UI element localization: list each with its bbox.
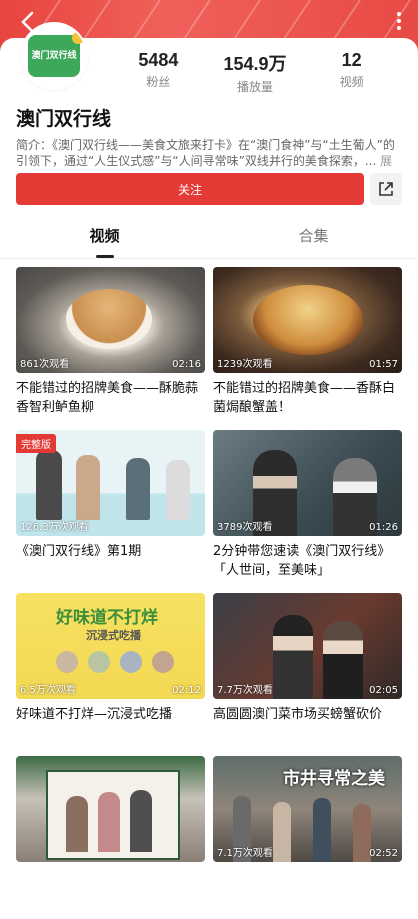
profile-stats: 5484 粉丝 154.9万 播放量 12 视频	[110, 50, 400, 95]
person-figure	[273, 615, 313, 699]
view-count: 7.7万次观看	[217, 685, 273, 696]
view-count: 861次观看	[20, 359, 70, 370]
duration: 02:16	[172, 359, 201, 370]
follow-button[interactable]: 关注	[16, 173, 364, 205]
thumbnail-subcaption: 沉浸式吃播	[86, 629, 141, 642]
video-thumbnail[interactable]: 3789次观看 01:26	[213, 430, 402, 536]
stat-plays: 154.9万 播放量	[207, 50, 304, 95]
video-grid: 861次观看 02:16 不能错过的招牌美食——酥脆蒜香智利鲈鱼柳 1239次观…	[16, 267, 402, 919]
view-count: 6.5万次观看	[20, 685, 76, 696]
video-thumbnail[interactable]: 市井寻常之美 7.1万次观看 02:52	[213, 756, 402, 862]
thumbnail-caption: 好味道不打烊	[56, 608, 158, 628]
duration: 01:26	[369, 522, 398, 533]
person-figure	[273, 802, 291, 862]
stat-value: 154.9万	[223, 54, 287, 74]
video-thumbnail[interactable]	[16, 756, 205, 862]
video-title[interactable]	[16, 868, 205, 906]
person-figure	[76, 455, 100, 520]
video-item[interactable]: 861次观看 02:16 不能错过的招牌美食——酥脆蒜香智利鲈鱼柳	[16, 267, 205, 430]
video-thumbnail[interactable]: 好味道不打烊 沉浸式吃播 6.5万次观看 02:12	[16, 593, 205, 699]
intro-text: 简介：《澳门双行线——美食文旅来打卡》在“澳门食神”与“土生葡人”的引领下，通过…	[16, 138, 395, 168]
view-count: 126.3万次观看	[20, 522, 89, 533]
duration: 02:12	[172, 685, 201, 696]
food-image	[66, 289, 152, 349]
video-title[interactable]: 2分钟带您速读《澳门双行线》「人世间，至美味」	[213, 542, 402, 580]
video-item[interactable]: 好味道不打烊 沉浸式吃播 6.5万次观看 02:12 好味道不打烊—沉浸式吃播	[16, 593, 205, 756]
duration: 02:05	[369, 685, 398, 696]
video-item[interactable]: 市井寻常之美 7.1万次观看 02:52	[213, 756, 402, 919]
view-count: 3789次观看	[217, 522, 273, 533]
crab-image	[253, 285, 363, 355]
video-title[interactable]: 好味道不打烊—沉浸式吃播	[16, 705, 205, 743]
avatar-circle	[152, 651, 174, 673]
video-title[interactable]	[213, 868, 402, 906]
video-thumbnail[interactable]: 完整版 126.3万次观看	[16, 430, 205, 536]
channel-name: 澳门双行线	[16, 108, 112, 130]
stat-label: 视频	[339, 75, 364, 89]
person-figure	[130, 790, 152, 852]
video-title[interactable]: 不能错过的招牌美食——酥脆蒜香智利鲈鱼柳	[16, 379, 205, 417]
video-item[interactable]: 7.7万次观看 02:05 高圆圆澳门菜市场买螃蟹砍价	[213, 593, 402, 756]
full-version-badge: 完整版	[16, 434, 56, 453]
avatar[interactable]: 澳门双行线	[22, 24, 86, 88]
stat-label: 播放量	[237, 80, 274, 94]
person-figure	[313, 798, 331, 862]
profile-card: 澳门双行线 5484 粉丝 154.9万 播放量 12 视频 澳门双行线 简介：…	[0, 24, 418, 862]
more-vertical-icon	[394, 12, 404, 30]
tab-divider	[0, 258, 418, 259]
avatar-circle	[56, 651, 78, 673]
video-title[interactable]: 高圆圆澳门菜市场买螃蟹砍价	[213, 705, 402, 743]
more-button[interactable]	[394, 10, 404, 34]
share-button[interactable]	[370, 173, 402, 205]
video-thumbnail[interactable]: 7.7万次观看 02:05	[213, 593, 402, 699]
video-title[interactable]: 不能错过的招牌美食——香酥白菌焗酿蟹盖！	[213, 379, 402, 417]
video-item[interactable]	[16, 756, 205, 919]
video-item[interactable]: 3789次观看 01:26 2分钟带您速读《澳门双行线》「人世间，至美味」	[213, 430, 402, 593]
avatar-circle	[88, 651, 110, 673]
thumbnail-caption: 市井寻常之美	[283, 769, 385, 789]
person-figure	[66, 796, 88, 852]
stat-value: 5484	[138, 50, 179, 70]
stat-value: 12	[341, 50, 362, 70]
duration: 02:52	[369, 848, 398, 859]
share-icon	[379, 182, 393, 196]
person-figure	[98, 792, 120, 852]
tab-videos[interactable]: 视频	[0, 218, 209, 258]
avatar-logo: 澳门双行线	[28, 32, 84, 77]
person-figure	[126, 458, 150, 520]
video-thumbnail[interactable]: 1239次观看 01:57	[213, 267, 402, 373]
tab-collections[interactable]: 合集	[209, 218, 418, 258]
stat-label: 粉丝	[146, 75, 171, 89]
channel-intro[interactable]: 简介：《澳门双行线——美食文旅来打卡》在“澳门食神”与“土生葡人”的引领下，通过…	[16, 137, 402, 169]
video-title[interactable]: 《澳门双行线》第1期	[16, 542, 205, 580]
view-count: 1239次观看	[217, 359, 273, 370]
tab-bar: 视频 合集	[0, 218, 418, 258]
duration: 01:57	[369, 359, 398, 370]
avatar-circle	[120, 651, 142, 673]
person-figure	[323, 621, 363, 699]
video-thumbnail[interactable]: 861次观看 02:16	[16, 267, 205, 373]
video-item[interactable]: 1239次观看 01:57 不能错过的招牌美食——香酥白菌焗酿蟹盖！	[213, 267, 402, 430]
stat-videos: 12 视频	[303, 50, 400, 95]
stat-fans[interactable]: 5484 粉丝	[110, 50, 207, 95]
video-item[interactable]: 完整版 126.3万次观看 《澳门双行线》第1期	[16, 430, 205, 593]
person-figure	[36, 450, 62, 520]
person-figure	[166, 460, 190, 520]
